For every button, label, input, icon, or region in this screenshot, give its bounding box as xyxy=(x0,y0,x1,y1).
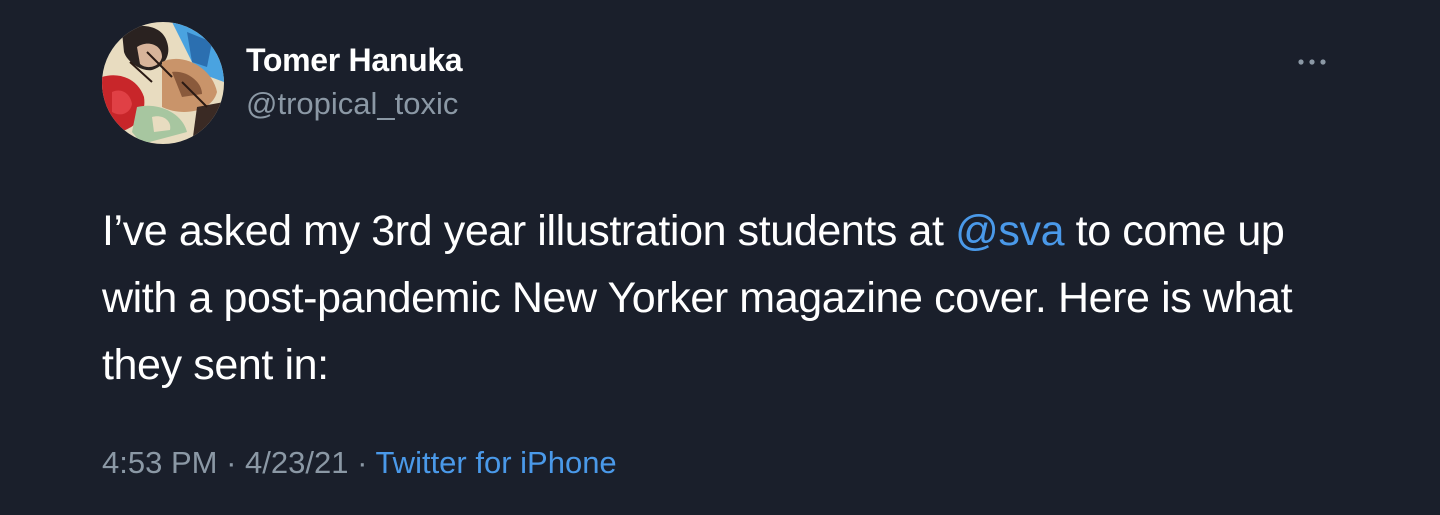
tweet-text: I’ve asked my 3rd year illustration stud… xyxy=(102,198,1342,399)
more-options-button[interactable] xyxy=(1294,48,1330,76)
tweet-source-link[interactable]: Twitter for iPhone xyxy=(375,445,616,480)
tweet-meta: 4:53 PM · 4/23/21 · Twitter for iPhone xyxy=(102,445,617,481)
display-name[interactable]: Tomer Hanuka xyxy=(246,42,463,79)
avatar[interactable] xyxy=(102,22,224,144)
mention-link[interactable]: @sva xyxy=(955,207,1064,255)
tweet-text-part1: I’ve asked my 3rd year illustration stud… xyxy=(102,207,956,255)
meta-separator: · xyxy=(217,445,246,480)
tweet-card: Tomer Hanuka @tropical_toxic I’ve asked … xyxy=(0,0,1440,515)
avatar-illustration-icon xyxy=(102,22,224,144)
tweet-time: 4:53 PM xyxy=(102,445,218,480)
more-icon xyxy=(1298,59,1326,65)
user-handle[interactable]: @tropical_toxic xyxy=(246,86,458,122)
meta-separator: · xyxy=(348,445,376,480)
tweet-date: 4/23/21 xyxy=(245,445,349,480)
